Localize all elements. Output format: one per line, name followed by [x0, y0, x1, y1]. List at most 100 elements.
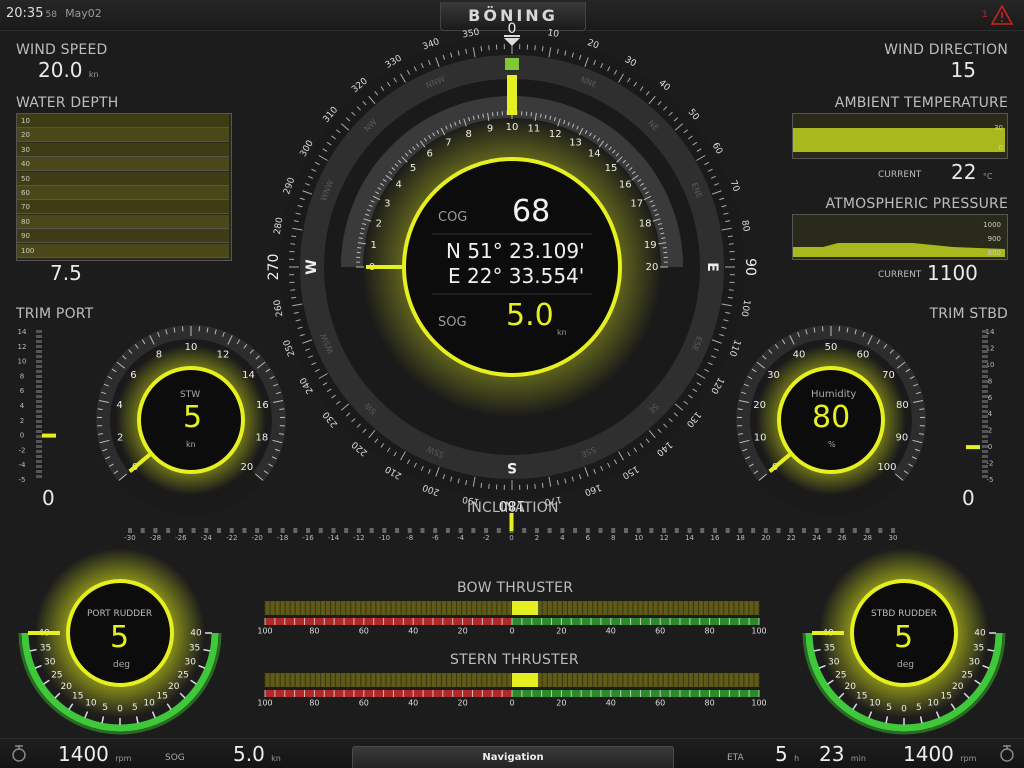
stbd-rudder-tick — [950, 703, 956, 710]
inclination-tick — [382, 528, 387, 533]
inclination-tick — [573, 528, 578, 533]
port-rudder-scale-label: 35 — [40, 643, 51, 653]
inclination-tick — [293, 528, 298, 533]
eta-hours-unit: h — [794, 754, 800, 763]
inclination-tick — [725, 528, 730, 533]
port-rudder-label: PORT RUDDER — [87, 609, 153, 619]
port-rudder-tick — [43, 679, 50, 685]
port-rudder-tick — [203, 648, 211, 652]
inclination-tick — [369, 528, 374, 533]
compass-tick — [480, 46, 483, 52]
stbd-rudder-scale-label: 20 — [845, 682, 857, 692]
inclination-scale-label: -14 — [328, 534, 340, 542]
port-rudder-scale-label: 25 — [177, 671, 188, 681]
port-rudder-scale-label: 10 — [143, 699, 155, 709]
compass-tick — [290, 243, 296, 245]
bow-thruster-scale-label: 0 — [509, 627, 514, 636]
stern-thruster-scale-label: 0 — [509, 699, 514, 708]
bow-thruster-scale-label: 60 — [655, 627, 665, 636]
inclination-tick — [204, 528, 209, 533]
stern-thruster-scale-label: 60 — [359, 699, 369, 708]
compass-tick — [290, 289, 296, 291]
inclination-tick — [153, 528, 158, 533]
stbd-rudder-tick — [827, 679, 834, 685]
port-engine-icon[interactable] — [8, 742, 30, 764]
inclination-tick — [712, 528, 717, 533]
inclination-scale-label: -30 — [124, 534, 135, 542]
stern-thruster-scale-label: 100 — [751, 699, 766, 708]
inclination-tick — [789, 528, 794, 533]
inclination-tick — [217, 528, 222, 533]
compass-cardinal-letter: E — [704, 262, 720, 272]
inclination-tick — [318, 528, 323, 533]
inclination-tick — [585, 528, 590, 533]
stbd-rudder-tick — [963, 692, 970, 699]
stern-thruster-scale-label: 80 — [309, 699, 319, 708]
inclination-scale-label: -20 — [251, 534, 262, 542]
compass-tick — [727, 296, 733, 299]
heading-marker — [505, 58, 519, 70]
stw-value: 5 — [183, 400, 203, 435]
stbd-rudder-scale-label: 15 — [856, 692, 867, 702]
compass-cardinal-letter: S — [507, 459, 517, 475]
inclination-scale-label: -28 — [150, 534, 161, 542]
inclination-scale-label: 0 — [509, 534, 513, 542]
compass-tick — [291, 296, 297, 299]
stern-thruster-scale-label: 100 — [257, 699, 272, 708]
inclination-tick — [878, 528, 883, 533]
inclination-tick — [191, 528, 196, 533]
bow-thruster-scale-label: 80 — [705, 627, 715, 636]
compass-cardinal-letter: W — [304, 259, 320, 274]
port-rudder-scale-label: 20 — [61, 682, 73, 692]
stbd-rudder-scale-label: 10 — [869, 699, 881, 709]
inclination-tick — [865, 528, 870, 533]
bow-thruster-scale-label: 40 — [408, 627, 418, 636]
inclination-scale-label: -22 — [226, 534, 237, 542]
port-rudder-scale-label: 15 — [156, 692, 167, 702]
port-rudder-scale-label: 15 — [72, 692, 83, 702]
inclination-tick — [407, 528, 412, 533]
inclination-scale-label: 18 — [736, 534, 745, 542]
port-rudder-scale-label: 30 — [44, 658, 56, 668]
inclination-tick — [649, 528, 654, 533]
compass-degree-label: 80 — [739, 219, 751, 232]
inclination-tick — [840, 528, 845, 533]
port-rudder-scale-label: 10 — [85, 699, 97, 709]
stbd-rudder-scale-label: 10 — [927, 699, 939, 709]
compass-cardinal-degree: 270 — [266, 254, 282, 281]
port-rudder-scale-label: 35 — [189, 643, 200, 653]
inclination-tick — [471, 528, 476, 533]
inclination-scale-label: 8 — [611, 534, 615, 542]
inclination-tick — [738, 528, 743, 533]
inclination-tick — [306, 528, 311, 533]
inclination-label: INCLINATION — [467, 500, 559, 516]
stbd-rudder-unit: deg — [897, 660, 914, 670]
navigation-tab-button[interactable]: Navigation — [352, 746, 674, 768]
port-rudder-tick — [84, 711, 89, 719]
compass-cardinal-degree: 90 — [742, 258, 758, 276]
stern-thruster-scale-label: 60 — [655, 699, 665, 708]
eta-label: ETA — [727, 753, 744, 763]
inclination-scale-label: -4 — [457, 534, 465, 542]
humidity-tick — [919, 408, 925, 410]
compass-tick — [541, 46, 544, 52]
inclination-scale-label: 12 — [660, 534, 669, 542]
inclination-tick — [280, 528, 285, 533]
port-rudder-tick — [54, 692, 61, 699]
inclination-tick — [128, 528, 132, 533]
port-rudder-tick — [166, 703, 172, 710]
stbd-rudder-scale-label: 20 — [952, 682, 964, 692]
stbd-rpm-unit: rpm — [960, 754, 977, 763]
inclination-tick — [267, 528, 272, 533]
cog-label: COG — [438, 210, 468, 225]
stbd-rudder-tick — [987, 648, 995, 652]
stbd-engine-icon[interactable] — [996, 742, 1018, 764]
port-rudder-scale-label: 5 — [102, 703, 108, 713]
stbd-rudder-tick — [818, 664, 826, 669]
stern-thruster-scale-label: 80 — [705, 699, 715, 708]
latitude: N 51° 23.109' — [446, 239, 585, 263]
inclination-tick — [255, 528, 260, 533]
stbd-rudder-tick — [935, 711, 940, 719]
port-rudder-tick — [101, 716, 105, 724]
inclination-scale-label: 16 — [711, 534, 720, 542]
